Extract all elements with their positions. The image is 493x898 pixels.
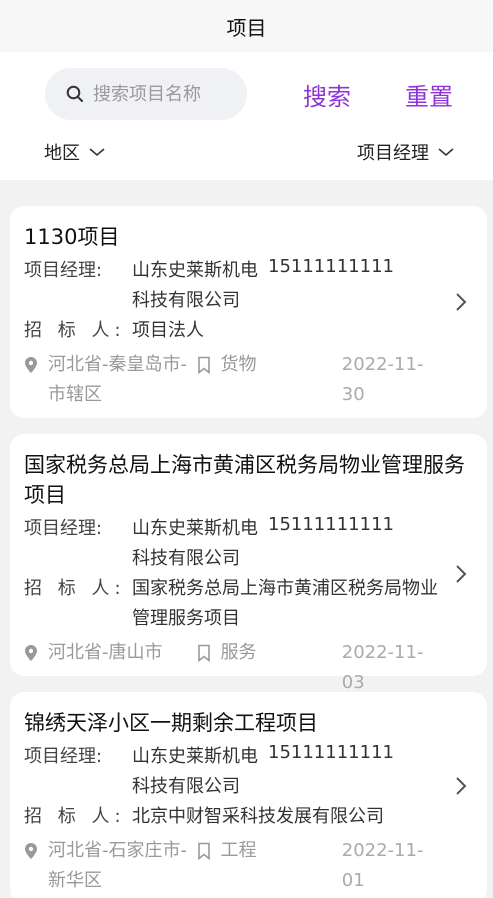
bookmark-icon [197,638,211,668]
region-dropdown-label: 地区 [44,143,80,164]
location: 河北省-秦皇岛市-市辖区 [24,350,189,410]
project-card[interactable]: 锦绣天泽小区一期剩余工程项目 项目经理: 山东史莱斯机电科技有限公司 15111… [10,692,487,898]
region-dropdown[interactable]: 地区 [44,139,106,165]
bidder-name: 国家税务总局上海市黄浦区税务局物业管理服务项目 [132,578,438,629]
category: 工程 [197,836,342,866]
category-text: 货物 [220,354,257,375]
project-card[interactable]: 1130项目 项目经理: 山东史莱斯机电科技有限公司 15111111111 招… [10,206,487,418]
manager-phone: 15111111111 [268,256,394,277]
meta-row: 河北省-石家庄市-新华区 工程 2022-11-01 [24,836,473,896]
manager-label: 项目经理: [24,518,103,539]
bookmark-icon [197,836,211,866]
bidder-label: 招 标 人: [24,806,126,827]
project-date: 2022-11-01 [341,840,424,891]
location-text: 河北省-唐山市 [48,642,163,663]
page-title: 项目 [226,15,267,40]
bidder-name: 北京中财智采科技发展有限公司 [132,806,384,827]
manager-row: 项目经理: 山东史莱斯机电科技有限公司 15111111111 [24,256,473,316]
bidder-row: 招 标 人: 国家税务总局上海市黄浦区税务局物业管理服务项目 [24,574,473,634]
project-date: 2022-11-30 [341,354,424,405]
project-title: 国家税务总局上海市黄浦区税务局物业管理服务项目 [24,453,465,507]
manager-row: 项目经理: 山东史莱斯机电科技有限公司 15111111111 [24,742,473,802]
manager-label: 项目经理: [24,746,103,767]
project-title: 锦绣天泽小区一期剩余工程项目 [24,711,318,735]
bookmark-icon [197,350,211,380]
location: 河北省-石家庄市-新华区 [24,836,189,896]
top-bar: 项目 [0,0,493,52]
project-card[interactable]: 国家税务总局上海市黄浦区税务局物业管理服务项目 项目经理: 山东史莱斯机电科技有… [10,434,487,693]
manager-label: 项目经理: [24,260,103,281]
category: 服务 [197,638,342,668]
manager-row: 项目经理: 山东史莱斯机电科技有限公司 15111111111 [24,514,473,574]
category-text: 工程 [220,840,257,861]
chevron-down-icon [437,146,455,158]
search-row: 搜索 重置 [0,68,493,120]
location-pin-icon [24,350,40,380]
manager-dropdown-label: 项目经理 [357,143,429,164]
search-box[interactable] [45,68,247,120]
bidder-name: 项目法人 [132,320,204,341]
bidder-label: 招 标 人: [24,578,126,599]
project-date: 2022-11-03 [341,642,424,693]
meta-row: 河北省-秦皇岛市-市辖区 货物 2022-11-30 [24,350,473,410]
bidder-label: 招 标 人: [24,320,126,341]
manager-company: 山东史莱斯机电科技有限公司 [132,260,258,311]
filter-panel: 搜索 重置 地区 项目经理 [0,52,493,180]
reset-button[interactable]: 重置 [405,77,453,112]
chevron-down-icon [88,146,106,158]
search-button[interactable]: 搜索 [303,77,351,112]
chevron-right-icon [455,564,467,584]
meta-row: 河北省-唐山市 服务 2022-11-03 [24,638,473,698]
bidder-row: 招 标 人: 项目法人 [24,316,473,346]
location-text: 河北省-石家庄市-新华区 [48,840,187,891]
dropdown-row: 地区 项目经理 [0,134,493,170]
manager-company: 山东史莱斯机电科技有限公司 [132,746,258,797]
search-input[interactable] [93,83,233,105]
location: 河北省-唐山市 [24,638,189,668]
category-text: 服务 [220,642,257,663]
location-pin-icon [24,638,40,668]
location-pin-icon [24,836,40,866]
chevron-right-icon [455,292,467,312]
project-list: 1130项目 项目经理: 山东史莱斯机电科技有限公司 15111111111 招… [0,180,493,898]
manager-dropdown[interactable]: 项目经理 [357,139,455,165]
manager-phone: 15111111111 [268,514,394,535]
manager-company: 山东史莱斯机电科技有限公司 [132,518,258,569]
chevron-right-icon [455,776,467,796]
project-title: 1130项目 [24,225,120,249]
manager-phone: 15111111111 [268,742,394,763]
bidder-row: 招 标 人: 北京中财智采科技发展有限公司 [24,802,473,832]
location-text: 河北省-秦皇岛市-市辖区 [48,354,187,405]
category: 货物 [197,350,342,380]
search-icon [65,84,85,104]
